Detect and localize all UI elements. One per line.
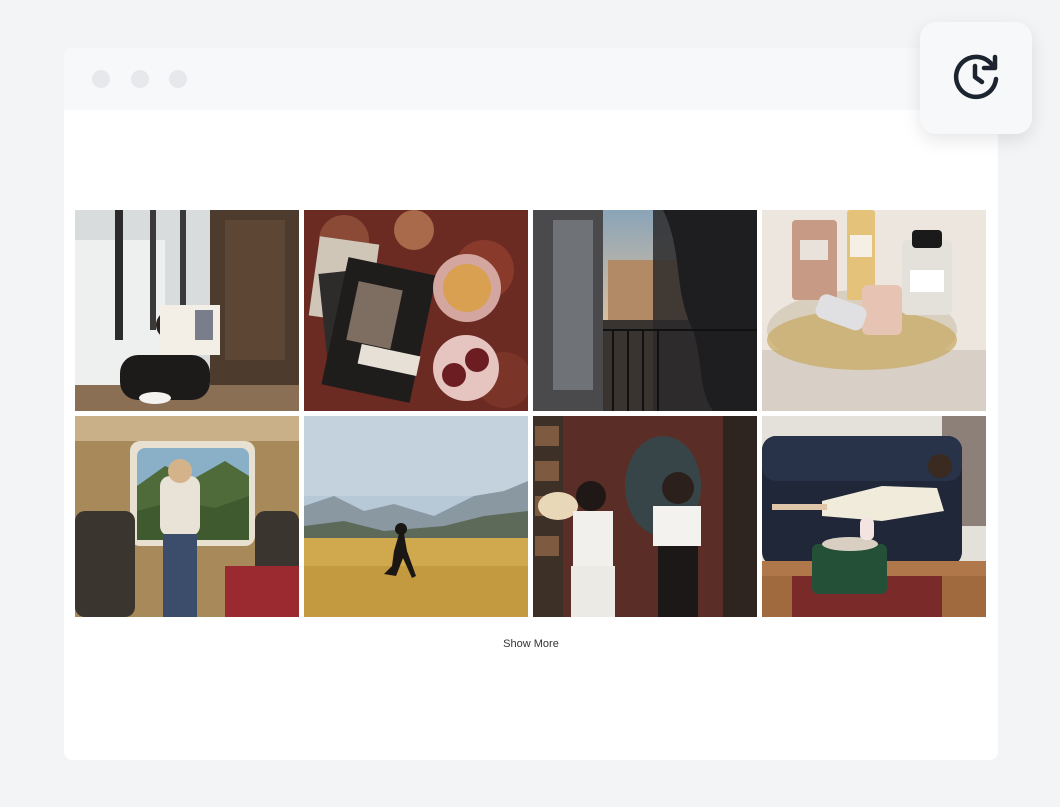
reading-by-window-photo[interactable] [75,210,299,411]
perfume-bottles-tray-photo[interactable] [762,210,986,411]
balcony-sunset-photo[interactable] [533,210,757,411]
running-in-field-photo[interactable] [304,416,528,617]
clock-rotate-icon [949,49,1003,108]
browser-window: Show More [64,48,998,760]
window-control-dot[interactable] [131,70,149,88]
train-window-photo[interactable] [75,416,299,617]
dancing-friends-photo[interactable] [533,416,757,617]
window-titlebar [64,48,998,110]
show-more-button[interactable]: Show More [64,638,998,650]
history-button[interactable] [920,22,1032,134]
books-and-tea-on-rug-photo[interactable] [304,210,528,411]
photo-grid [75,210,986,617]
window-control-dot[interactable] [169,70,187,88]
window-control-dot[interactable] [92,70,110,88]
lounging-on-sofa-photo[interactable] [762,416,986,617]
